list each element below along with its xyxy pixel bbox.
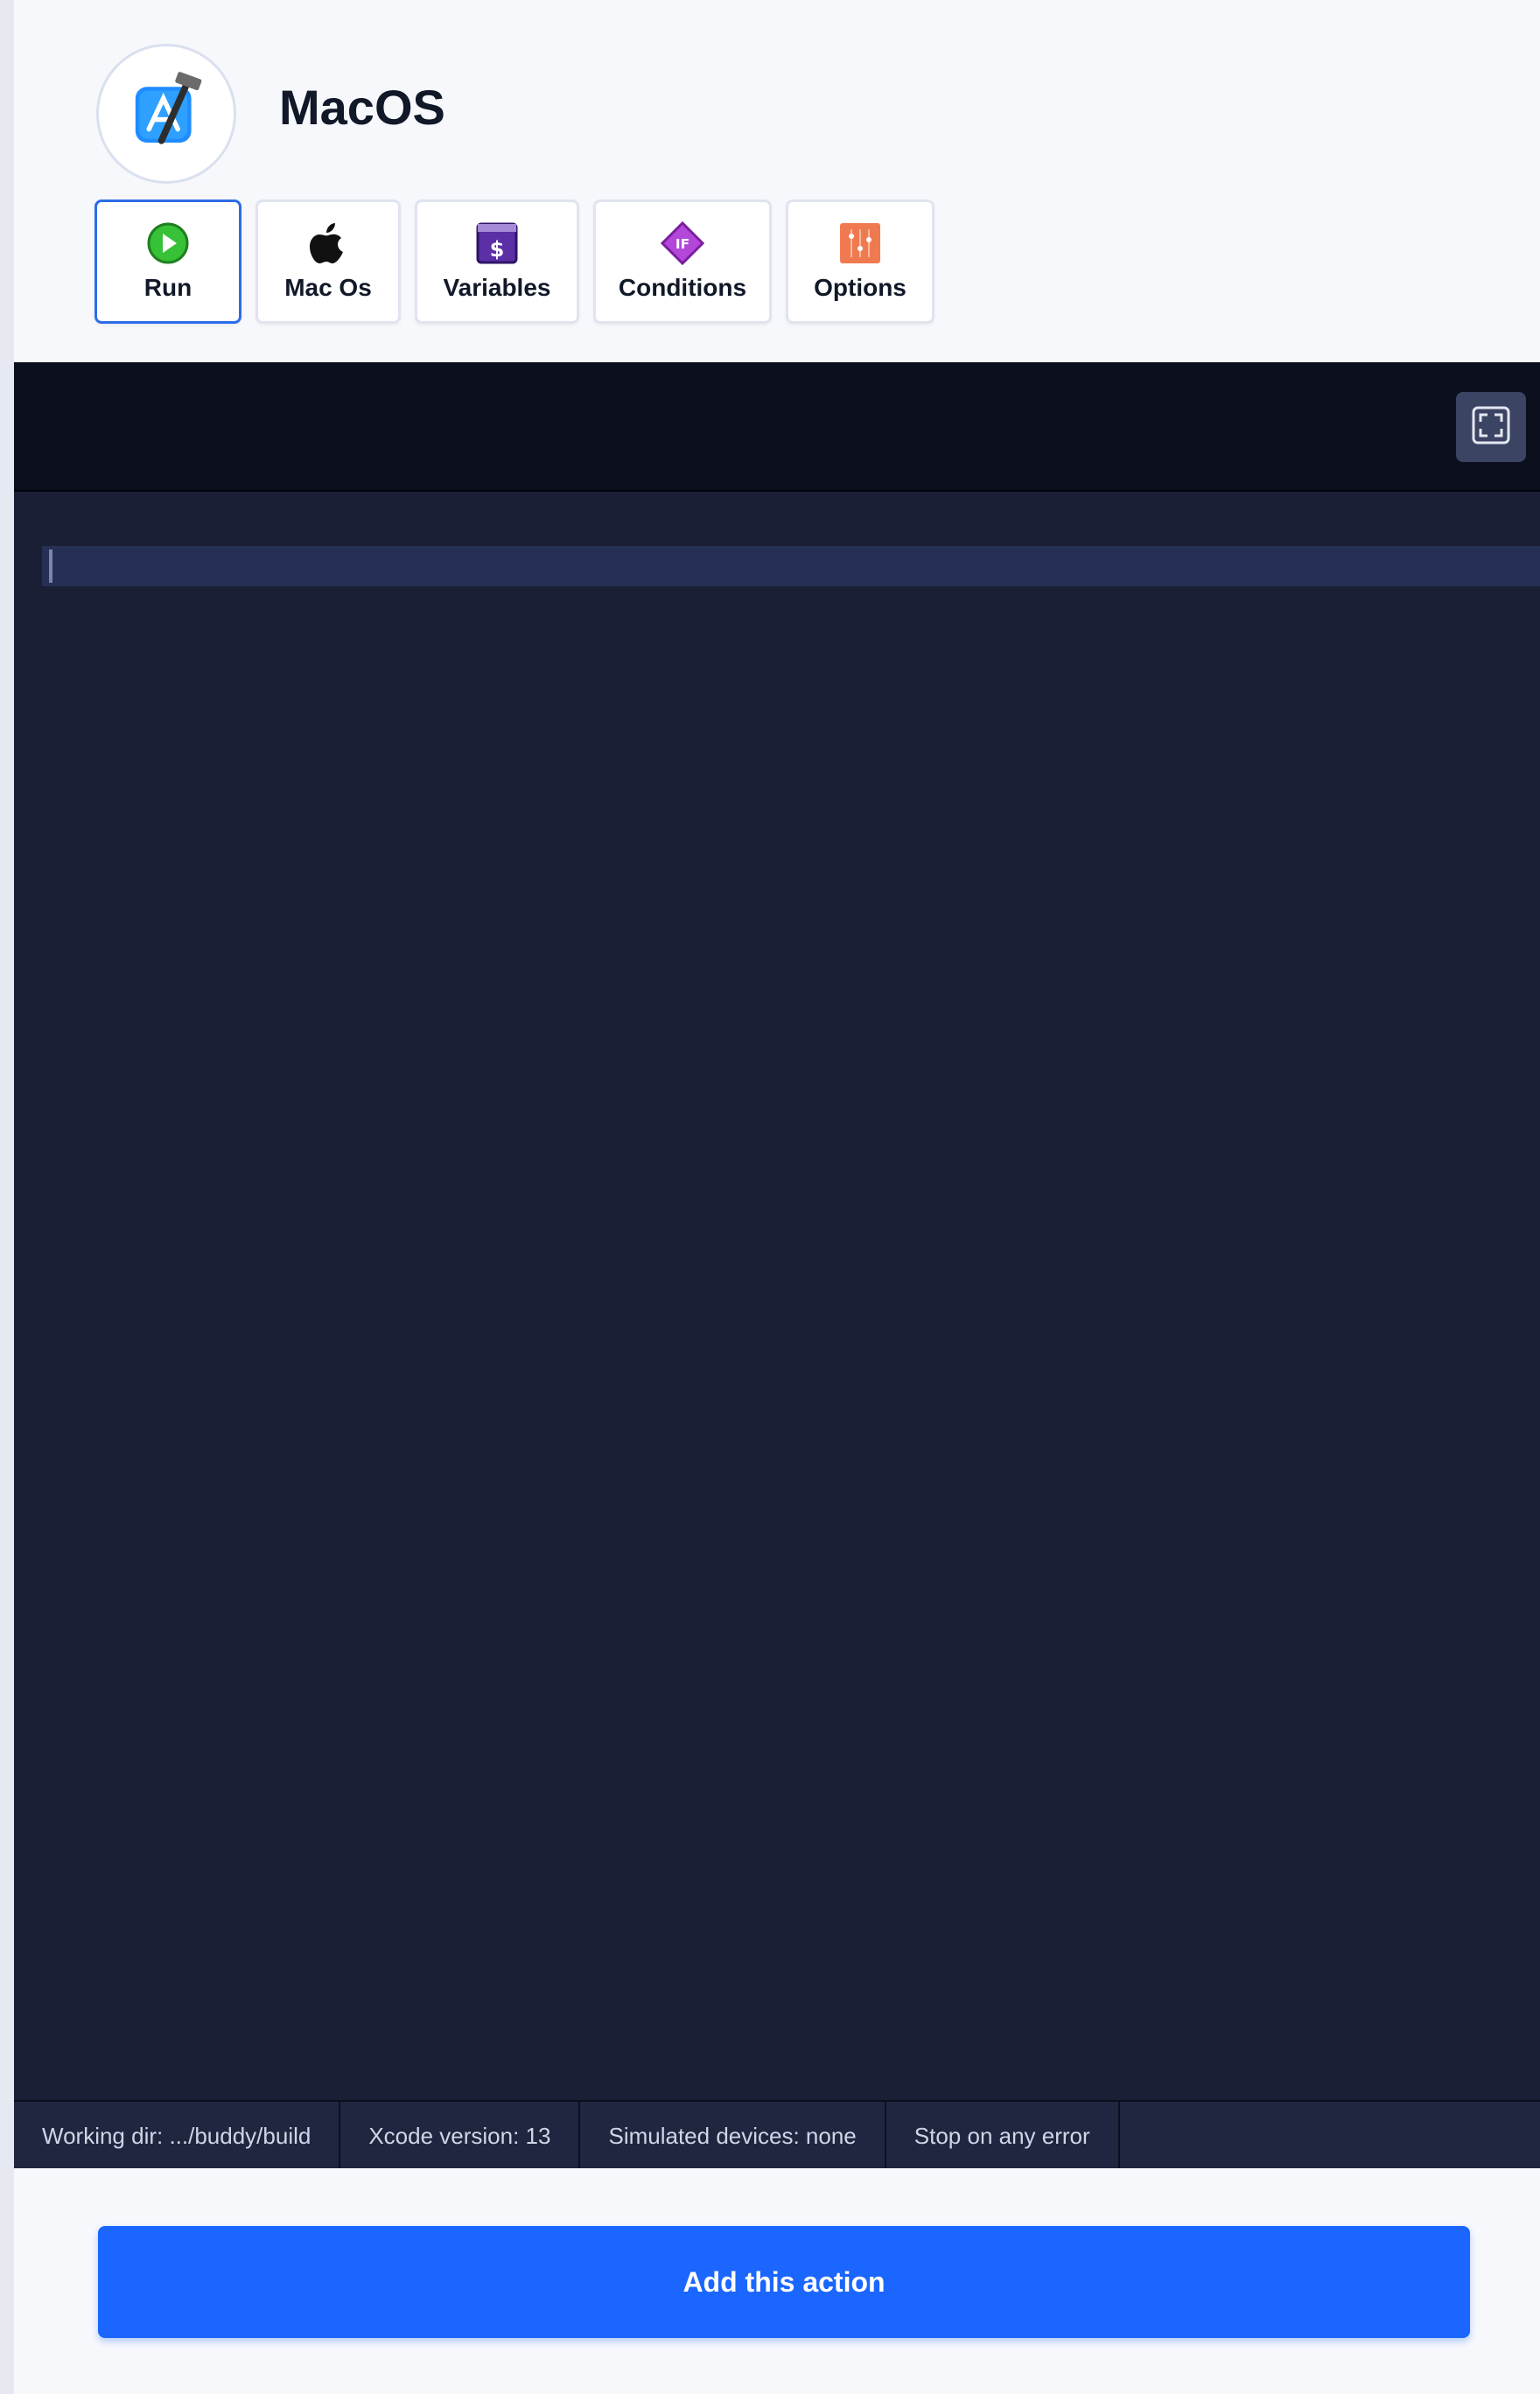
xcode-hammer-gear-icon xyxy=(96,44,236,184)
working-dir-setting[interactable]: Working dir: .../buddy/build xyxy=(14,2102,341,2170)
sliders-icon xyxy=(838,221,882,265)
tab-conditions[interactable]: IF Conditions xyxy=(593,200,772,324)
settings-status-bar: Working dir: .../buddy/build Xcode versi… xyxy=(14,2100,1540,2170)
svg-text:IF: IF xyxy=(676,236,690,252)
tab-options[interactable]: Options xyxy=(786,200,934,324)
tab-mac-os[interactable]: Mac Os xyxy=(256,200,401,324)
tab-label: Conditions xyxy=(618,274,747,301)
add-action-button[interactable]: Add this action xyxy=(98,2226,1470,2338)
simulated-devices-setting[interactable]: Simulated devices: none xyxy=(580,2102,886,2170)
page-title: MacOS xyxy=(279,80,445,135)
svg-text:$: $ xyxy=(490,237,505,262)
text-cursor xyxy=(49,550,52,583)
tab-label: Run xyxy=(144,274,192,301)
tab-variables[interactable]: $ Variables xyxy=(415,200,579,324)
code-editor xyxy=(14,362,1540,2100)
apple-logo-icon xyxy=(306,221,350,265)
left-edge xyxy=(0,0,14,2394)
tab-run[interactable]: Run xyxy=(94,200,242,324)
footer: Add this action xyxy=(14,2168,1540,2394)
stop-on-error-setting[interactable]: Stop on any error xyxy=(886,2102,1120,2170)
editor-text-area[interactable] xyxy=(14,492,1540,2100)
fullscreen-button[interactable] xyxy=(1456,392,1526,462)
xcode-version-setting[interactable]: Xcode version: 13 xyxy=(340,2102,581,2170)
tab-label: Variables xyxy=(443,274,551,301)
play-circle-icon xyxy=(146,221,190,265)
tab-label: Options xyxy=(814,274,906,301)
if-diamond-icon: IF xyxy=(661,220,704,266)
editor-toolbar xyxy=(14,362,1540,492)
fullscreen-icon xyxy=(1470,404,1512,451)
tab-label: Mac Os xyxy=(284,274,372,301)
active-line-highlight xyxy=(42,546,1540,586)
action-header: MacOS Run Mac Os $ Variables IF Conditio… xyxy=(14,0,1540,362)
dollar-window-icon: $ xyxy=(475,221,519,265)
